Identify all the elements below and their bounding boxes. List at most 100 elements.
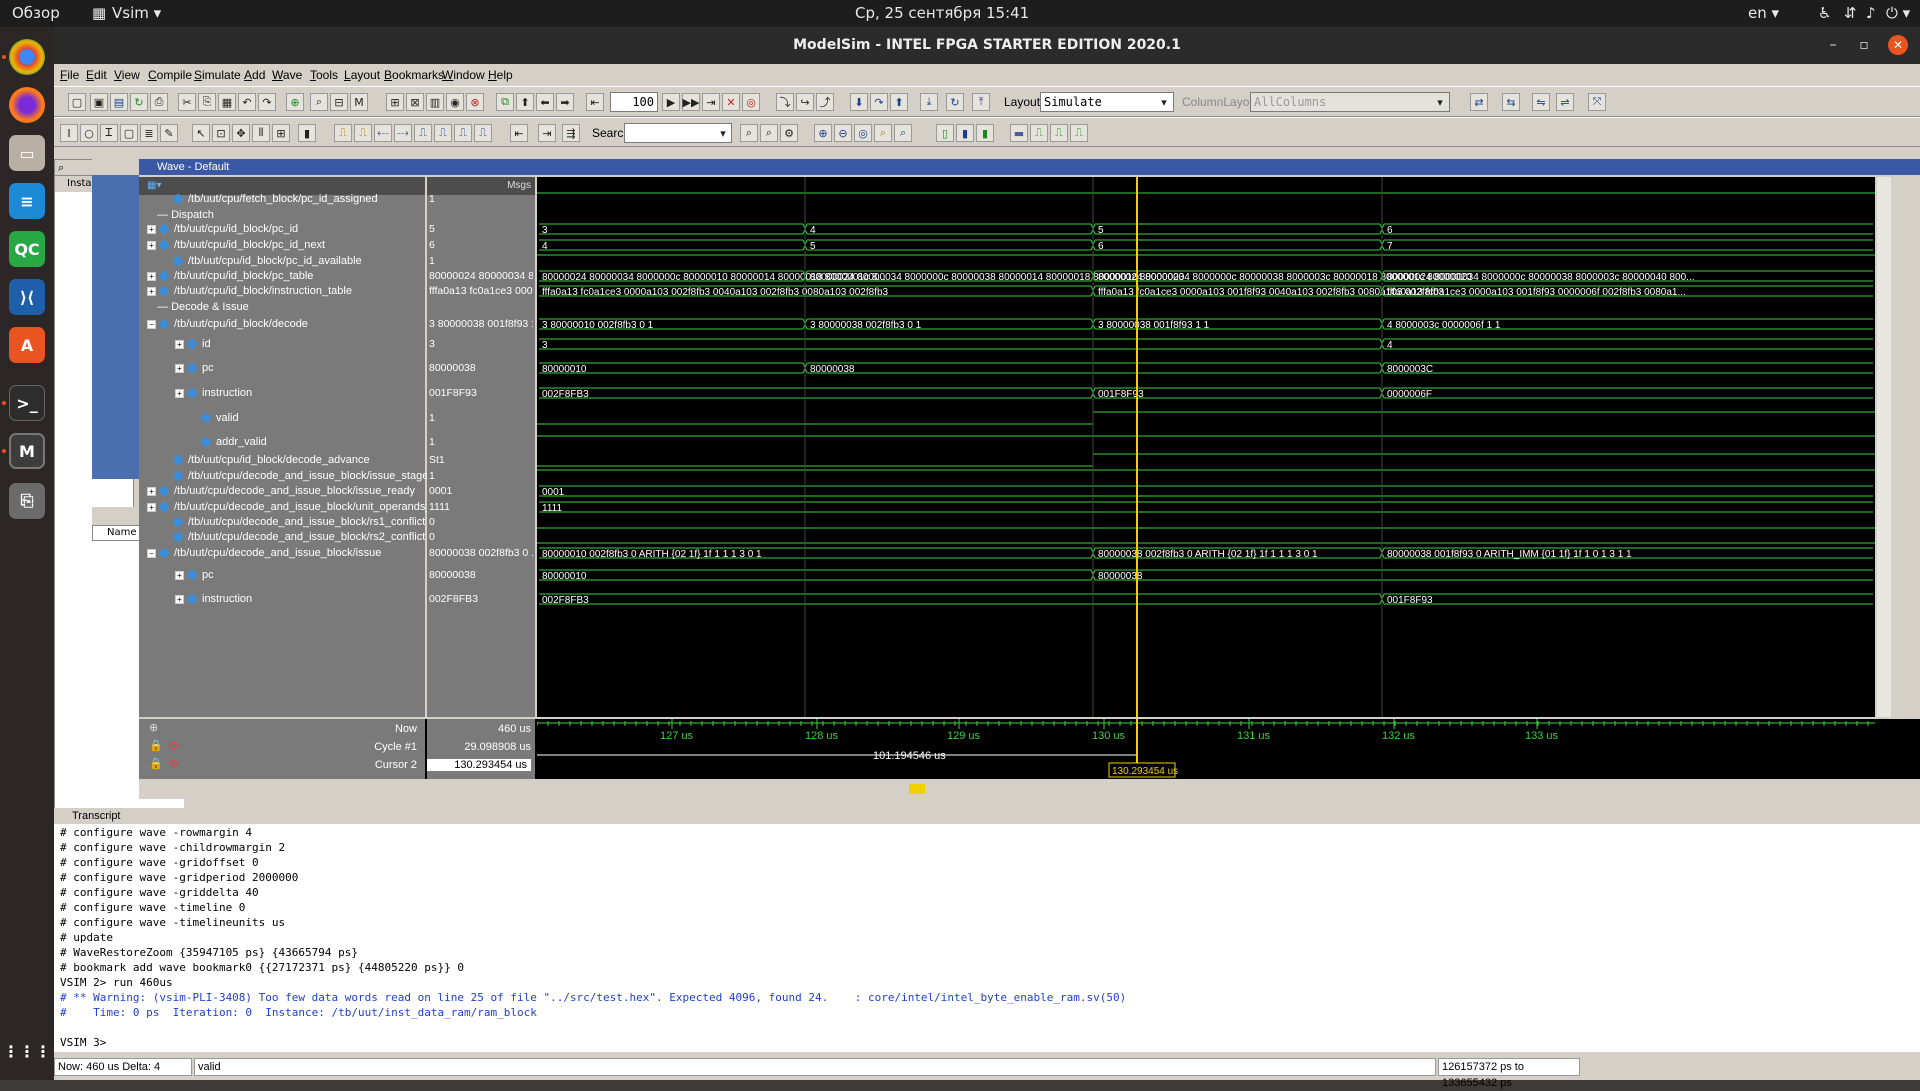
menu-wave[interactable]: Wave <box>272 68 302 82</box>
edge-7-icon[interactable]: ⎍ <box>454 124 472 142</box>
power-icon[interactable]: ⏻ ▾ <box>1886 4 1910 22</box>
wave-style-4-icon[interactable]: ⎍ <box>1070 124 1088 142</box>
run-icon[interactable]: ▶ <box>662 93 680 111</box>
step-down-icon[interactable]: ⬇ <box>850 93 868 111</box>
menu-file[interactable]: File <box>60 68 79 82</box>
menu-add[interactable]: Add <box>244 68 265 82</box>
watch-icon[interactable]: ◉ <box>446 93 464 111</box>
zoom-box-icon[interactable]: ⊡ <box>212 124 230 142</box>
close-icon[interactable]: ✕ <box>1888 35 1908 55</box>
edge-6-icon[interactable]: ⎍ <box>434 124 452 142</box>
waveform-canvas[interactable]: 3 4 5 6 4 5 6 7 80000024 80000034 8000000c 80000… <box>537 177 1875 717</box>
wave-menu-icon[interactable]: ▦▾ <box>147 180 161 191</box>
zoom-full-icon[interactable]: ◎ <box>854 124 872 142</box>
expand-toggle-icon[interactable]: + <box>147 224 156 234</box>
new-file-icon[interactable]: ▢ <box>68 93 86 111</box>
reload-icon[interactable]: ↻ <box>130 93 148 111</box>
signal-row[interactable]: − /tb/uut/cpu/decode_and_issue_block/issu… <box>139 547 425 559</box>
step-over-blue-icon[interactable]: ↷ <box>870 93 888 111</box>
wave-view-1-icon[interactable]: ▯ <box>936 124 954 142</box>
signal-row[interactable]: /tb/uut/cpu/id_block/decode_advance <box>139 454 425 466</box>
wave-style-2-icon[interactable]: ⎍ <box>1030 124 1048 142</box>
zoom-cursor-icon[interactable]: ⌕ <box>874 124 892 142</box>
signal-row[interactable]: valid <box>139 412 425 424</box>
cursor-delete-icon[interactable]: ⊖ <box>169 739 178 752</box>
signal-row[interactable]: addr_valid <box>139 436 425 448</box>
expand-toggle-icon[interactable]: + <box>175 594 184 604</box>
layout-tool-3-icon[interactable]: ⇋ <box>1532 93 1550 111</box>
step-into-icon[interactable]: ⤵ <box>776 93 794 111</box>
paste-icon[interactable]: ▦ <box>218 93 236 111</box>
find-next-icon[interactable]: ⇥ <box>538 124 556 142</box>
terminal-icon[interactable]: >_ <box>9 385 45 421</box>
column-layout-dropdown-icon[interactable]: ▾ <box>1432 94 1448 110</box>
cursor-lock-icon[interactable]: 🔒 <box>149 739 163 752</box>
redo-icon[interactable]: ↷ <box>258 93 276 111</box>
expand-toggle-icon[interactable]: + <box>147 286 156 296</box>
edge-1-icon[interactable]: ⎍ <box>334 124 352 142</box>
signal-row[interactable]: + instruction <box>139 387 425 399</box>
pencil-icon[interactable]: ✎ <box>160 124 178 142</box>
step-icon[interactable]: ⧉ <box>496 93 514 111</box>
edge-2-icon[interactable]: ⎍ <box>354 124 372 142</box>
wave-view-2-icon[interactable]: ▮ <box>956 124 974 142</box>
column-layout-select[interactable]: AllColumns <box>1250 92 1450 112</box>
find-all-icon[interactable]: ⇶ <box>562 124 580 142</box>
edge-5-icon[interactable]: ⎍ <box>414 124 432 142</box>
select-icon[interactable]: ↖ <box>192 124 210 142</box>
menu-window[interactable]: Window <box>442 68 485 82</box>
signal-row[interactable]: + pc <box>139 569 425 581</box>
expand-toggle-icon[interactable]: + <box>175 363 184 373</box>
expand-toggle-icon[interactable]: + <box>147 271 156 281</box>
timeline-canvas[interactable]: 127 us 128 us 129 us 130 us 131 us 132 us 133 … <box>537 719 1875 779</box>
restart-icon[interactable]: ⇤ <box>586 93 604 111</box>
box-icon[interactable]: ▢ <box>120 124 138 142</box>
open-folder-icon[interactable]: ▣ <box>90 93 108 111</box>
qt-creator-icon[interactable]: QC <box>9 231 45 267</box>
vscode-icon[interactable]: ⟩⟨ <box>9 279 45 315</box>
menu-bookmarks[interactable]: Bookmarks <box>384 68 444 82</box>
undo-icon[interactable]: ↶ <box>238 93 256 111</box>
chrome-icon[interactable] <box>9 39 45 75</box>
layout-dropdown-icon[interactable]: ▾ <box>1156 94 1172 110</box>
expand-toggle-icon[interactable]: + <box>175 388 184 398</box>
document-icon[interactable]: ≡ <box>9 183 45 219</box>
signal-row[interactable]: /tb/uut/cpu/decode_and_issue_block/rs2_c… <box>139 531 425 543</box>
dataflow-icon[interactable]: ⊠ <box>406 93 424 111</box>
collapse-icon[interactable]: ⊟ <box>330 93 348 111</box>
cursor-lock-2-icon[interactable]: 🔒 <box>149 757 163 770</box>
step-return-icon[interactable]: ⤒ <box>972 93 990 111</box>
search-icon[interactable]: ⌕ <box>58 161 64 175</box>
signal-row[interactable]: + /tb/uut/cpu/id_block/pc_table <box>139 270 425 282</box>
edge-3-icon[interactable]: ⤎ <box>374 124 392 142</box>
insert-cursor-icon[interactable]: ▮ <box>298 124 316 142</box>
continue-run-icon[interactable]: ▶▶ <box>682 93 700 111</box>
menu-edit[interactable]: Edit <box>86 68 107 82</box>
network-icon[interactable]: ⇵ <box>1844 4 1857 22</box>
signal-row[interactable]: + /tb/uut/cpu/decode_and_issue_block/issu… <box>139 485 425 497</box>
signal-row[interactable]: /tb/uut/cpu/id_block/pc_id_available <box>139 255 425 267</box>
signal-row[interactable]: + id <box>139 338 425 350</box>
signal-row[interactable]: /tb/uut/cpu/fetch_block/pc_id_assigned <box>139 193 425 205</box>
app-menu[interactable]: Vsim ▾ <box>112 4 161 22</box>
signal-group[interactable]: — Decode & Issue <box>139 301 425 313</box>
menu-tools[interactable]: Tools <box>310 68 338 82</box>
layout-tool-4-icon[interactable]: ⇌ <box>1556 93 1574 111</box>
layout-select[interactable]: Simulate <box>1040 92 1174 112</box>
wave-style-3-icon[interactable]: ⎍ <box>1050 124 1068 142</box>
clock[interactable]: Ср, 25 сентября 15:41 <box>855 4 1029 22</box>
modelsim-m-icon[interactable]: M <box>350 93 368 111</box>
edge-8-icon[interactable]: ⎍ <box>474 124 492 142</box>
menu-simulate[interactable]: Simulate <box>194 68 241 82</box>
print-icon[interactable]: ⎙ <box>150 93 168 111</box>
search-prev-icon[interactable]: ⌕ <box>740 124 758 142</box>
accessibility-icon[interactable]: ♿ <box>1818 4 1831 22</box>
edit-wave-icon[interactable]: ⊞ <box>272 124 290 142</box>
cut-icon[interactable]: ✂ <box>178 93 196 111</box>
break-run-icon[interactable]: ✕ <box>722 93 740 111</box>
files-icon[interactable]: ▭ <box>9 135 45 171</box>
activities-button[interactable]: Обзор <box>12 4 60 22</box>
expand-toggle-icon[interactable]: + <box>147 240 156 250</box>
run-length-input[interactable]: 100 ps <box>610 92 658 127</box>
all-icon[interactable]: ≣ <box>140 124 158 142</box>
